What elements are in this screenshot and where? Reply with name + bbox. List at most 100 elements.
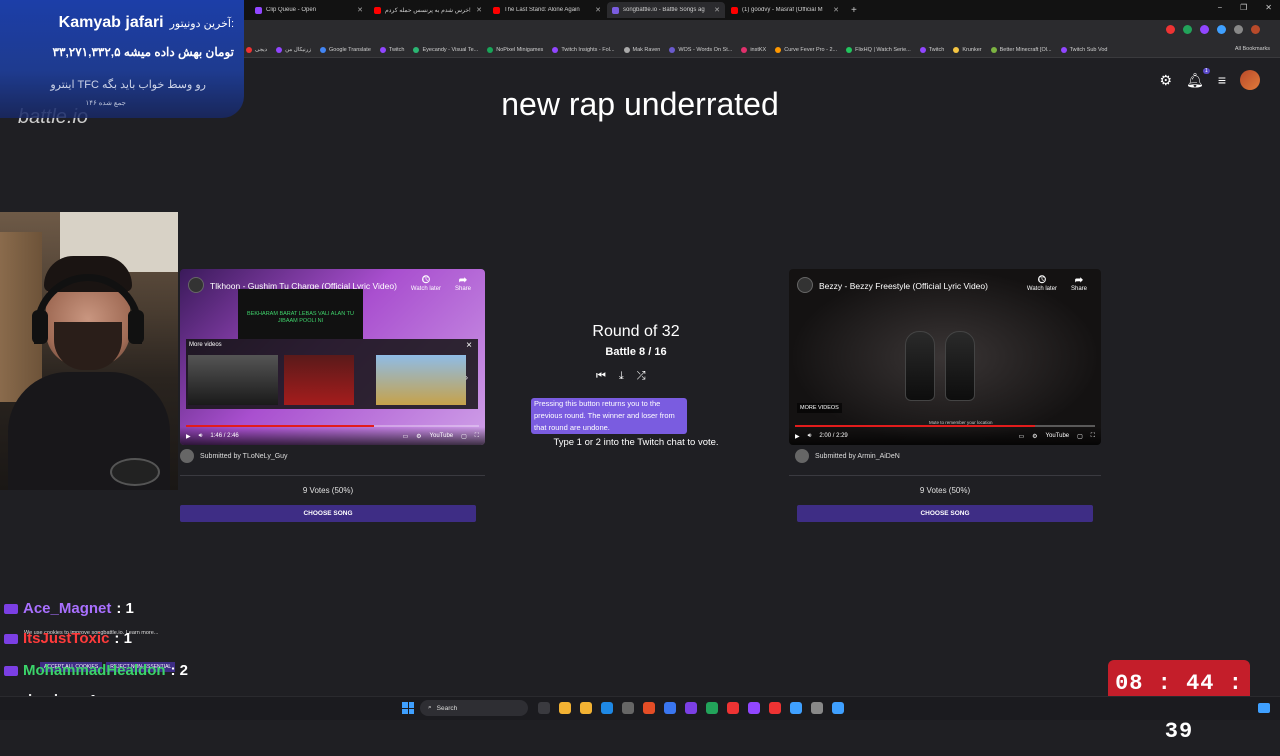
miniplayer-icon[interactable]: ▢: [1077, 433, 1083, 440]
tab-favicon: [493, 6, 500, 14]
more-videos-chip[interactable]: MORE VIDEOS: [797, 403, 842, 413]
extension-icon[interactable]: [1183, 25, 1192, 34]
extension-icon[interactable]: [1166, 25, 1175, 34]
taskbar-app-icon[interactable]: [832, 702, 844, 714]
bookmark-item[interactable]: Krunker: [953, 46, 982, 53]
submitter-avatar: [795, 449, 809, 463]
close-tab-icon[interactable]: ✕: [595, 6, 601, 14]
close-icon[interactable]: ×: [466, 340, 472, 351]
taskbar-app-icon[interactable]: [790, 702, 802, 714]
profile-icon[interactable]: [1251, 25, 1260, 34]
extension-icon[interactable]: [1217, 25, 1226, 34]
shuffle-icon[interactable]: ⤮: [637, 370, 646, 383]
bell-icon[interactable]: 🔔︎ 1: [1186, 67, 1210, 89]
play-icon[interactable]: ▶: [186, 433, 191, 440]
windows-start-icon[interactable]: [402, 702, 414, 714]
divider: [789, 475, 1101, 476]
fullscreen-icon[interactable]: ⛶: [475, 433, 479, 440]
volume-icon[interactable]: 🔊︎: [199, 433, 203, 440]
taskbar-app-icon[interactable]: [538, 702, 550, 714]
extension-icon[interactable]: [1234, 25, 1243, 34]
taskbar-app-icon[interactable]: [601, 702, 613, 714]
chevron-right-icon[interactable]: ›: [465, 373, 468, 382]
share-button[interactable]: ➦ Share: [1071, 275, 1087, 292]
watch-later-button[interactable]: 🕓︎ Watch later: [411, 275, 441, 292]
bookmark-item[interactable]: دیجی: [246, 46, 267, 53]
taskbar-app-icon[interactable]: [685, 702, 697, 714]
bookmark-item[interactable]: Twitch: [919, 46, 944, 53]
taskbar-app-icon[interactable]: [559, 702, 571, 714]
minimize-button[interactable]: −: [1217, 3, 1222, 12]
fullscreen-icon[interactable]: ⛶: [1091, 433, 1095, 440]
taskbar-app-icon[interactable]: [769, 702, 781, 714]
youtube-logo[interactable]: YouTube: [430, 433, 454, 439]
youtube-logo[interactable]: YouTube: [1046, 433, 1070, 439]
channel-avatar[interactable]: [188, 277, 204, 293]
taskbar-app-icon[interactable]: [580, 702, 592, 714]
play-icon[interactable]: ▶: [795, 433, 800, 440]
choose-left-song-button[interactable]: CHOOSE SONG: [180, 505, 476, 522]
bookmark-item[interactable]: FlixHQ | Watch Serie...: [846, 46, 911, 53]
gear-icon[interactable]: ⚙: [1159, 72, 1172, 89]
taskbar-app-icon[interactable]: [811, 702, 823, 714]
share-button[interactable]: ➦ Share: [455, 275, 471, 292]
taskbar-search[interactable]: ⌕ Search: [420, 700, 528, 716]
bookmark-item[interactable]: NoPixel Minigames: [487, 46, 543, 53]
close-window-button[interactable]: ✕: [1265, 3, 1272, 12]
close-tab-icon[interactable]: ✕: [476, 6, 482, 14]
taskbar-app-icon[interactable]: [664, 702, 676, 714]
bookmark-item[interactable]: زرنیکال من: [276, 46, 311, 53]
video-title[interactable]: Bezzy - Bezzy Freestyle (Official Lyric …: [819, 281, 988, 291]
browser-tab[interactable]: (1) goodvy - Masraf (Official M ✕: [726, 2, 844, 18]
window-controls: − ❐ ✕: [1217, 3, 1272, 12]
browser-tab[interactable]: Clip Queue - Open ✕: [250, 2, 368, 18]
bookmark-item[interactable]: Google Translate: [320, 46, 371, 53]
close-tab-icon[interactable]: ✕: [833, 6, 839, 14]
taskbar-app-icon[interactable]: [622, 702, 634, 714]
maximize-button[interactable]: ❐: [1240, 3, 1247, 12]
undo-round-icon[interactable]: ⏮: [596, 370, 606, 383]
taskbar-app-icon[interactable]: [643, 702, 655, 714]
taskbar-app-icon[interactable]: [748, 702, 760, 714]
browser-tab[interactable]: songbattle.io - Battle Songs ag ✕: [607, 2, 725, 18]
all-bookmarks-button[interactable]: All Bookmarks: [1235, 46, 1270, 52]
notification-tray-icon[interactable]: [1258, 703, 1270, 713]
left-song-player[interactable]: Tlkhoon - Gushim Tu Charge (Official Lyr…: [180, 269, 485, 445]
captions-icon[interactable]: ▭: [1018, 433, 1024, 440]
suggested-video-thumbnail[interactable]: [188, 355, 278, 405]
bookmark-item[interactable]: Twitch Insights - Fol...: [552, 46, 615, 53]
browser-tab[interactable]: The Last Stand: Alone Again ✕: [488, 2, 606, 18]
bookmark-item[interactable]: WOS - Words On St...: [669, 46, 732, 53]
browser-tab[interactable]: خرس شدم به پرنسس حمله کردم! ✕: [369, 2, 487, 18]
menu-icon[interactable]: ≡: [1218, 72, 1226, 88]
bookmark-item[interactable]: Eyecandy - Visual Te...: [413, 46, 478, 53]
close-tab-icon[interactable]: ✕: [714, 6, 720, 14]
download-icon[interactable]: ⤓: [619, 370, 624, 383]
channel-avatar[interactable]: [797, 277, 813, 293]
watch-later-button[interactable]: 🕓︎ Watch later: [1027, 275, 1057, 292]
miniplayer-icon[interactable]: ▢: [461, 433, 467, 440]
captions-icon[interactable]: ▭: [402, 433, 408, 440]
settings-icon[interactable]: ⚙: [416, 433, 421, 440]
bookmark-item[interactable]: instKX: [741, 46, 766, 53]
taskbar-app-icon[interactable]: [727, 702, 739, 714]
suggested-video-thumbnail[interactable]: [376, 355, 466, 405]
bookmark-item[interactable]: Curve Fever Pro - 2...: [775, 46, 837, 53]
bookmark-item[interactable]: Twitch Sub Vod: [1060, 46, 1108, 53]
right-song-player[interactable]: Bezzy - Bezzy Freestyle (Official Lyric …: [789, 269, 1101, 445]
bookmark-item[interactable]: Mak Raven: [623, 46, 660, 53]
extension-icon[interactable]: [1200, 25, 1209, 34]
settings-icon[interactable]: ⚙: [1032, 433, 1037, 440]
suggested-video-thumbnail[interactable]: [284, 355, 354, 405]
choose-right-song-button[interactable]: CHOOSE SONG: [797, 505, 1093, 522]
volume-icon[interactable]: 🔊︎: [808, 433, 812, 440]
notification-badge: 1: [1203, 67, 1210, 74]
close-tab-icon[interactable]: ✕: [357, 6, 363, 14]
bookmark-label: Better Minecraft [Ol...: [999, 46, 1052, 53]
avatar[interactable]: [1240, 70, 1260, 90]
bookmark-item[interactable]: Better Minecraft [Ol...: [990, 46, 1052, 53]
bookmark-item[interactable]: Twitch: [379, 46, 404, 53]
more-videos-title: More videos: [189, 342, 222, 348]
new-tab-button[interactable]: +: [851, 5, 857, 16]
taskbar-app-icon[interactable]: [706, 702, 718, 714]
